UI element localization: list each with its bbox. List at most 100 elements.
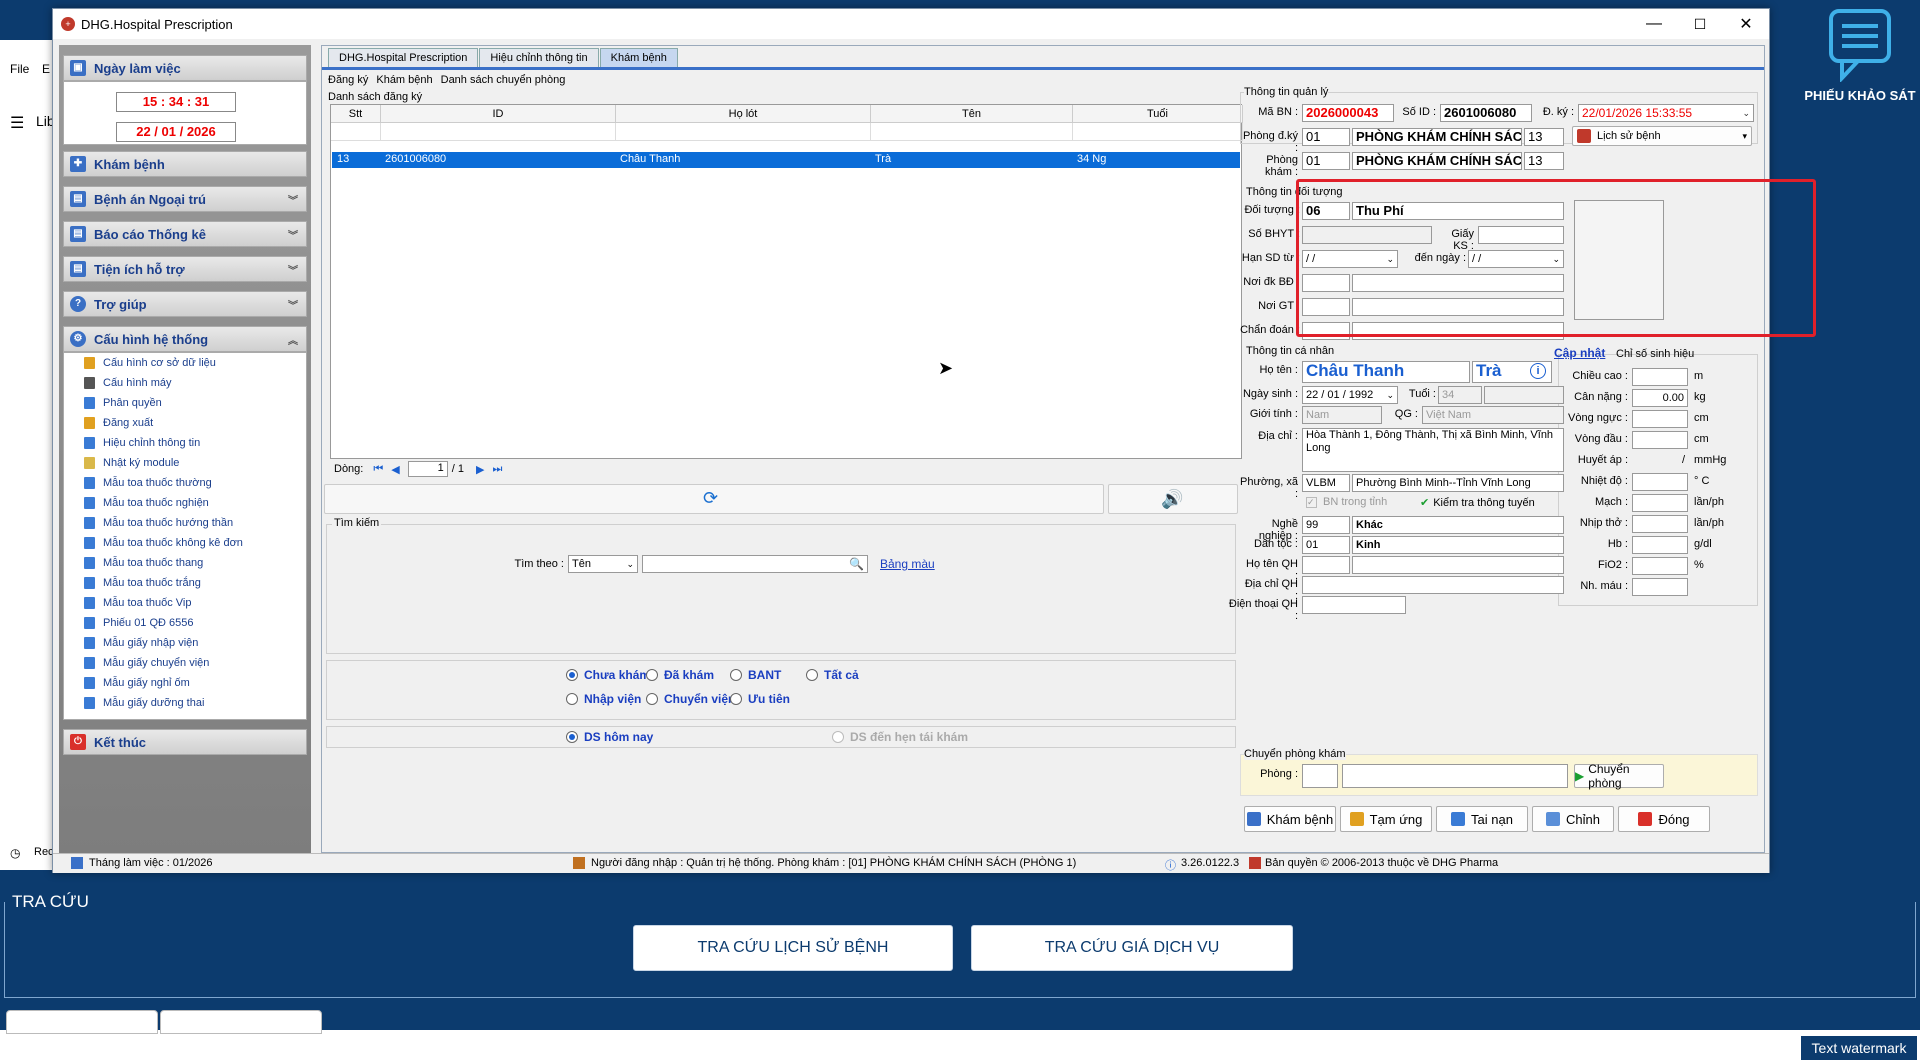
phong-kham-num[interactable]: 13 xyxy=(1524,152,1564,170)
so-id-field[interactable]: 2601006080 xyxy=(1440,104,1532,122)
color-legend-link[interactable]: Bảng màu xyxy=(880,557,935,571)
bn-trong-tinh-checkbox[interactable]: ✓ BN trong tỉnh xyxy=(1306,496,1387,508)
config-item[interactable]: Mẫu giấy nghỉ ốm xyxy=(84,677,190,689)
hamburger-icon[interactable]: ☰ xyxy=(10,113,24,133)
kham-benh-button[interactable]: Khám bệnh xyxy=(1244,806,1336,832)
config-item[interactable]: Nhật ký module xyxy=(84,457,179,469)
tab-kham-benh[interactable]: Khám bệnh xyxy=(599,48,678,68)
filter-ds-tai-kham[interactable]: DS đến hẹn tái khám xyxy=(832,730,968,744)
nav-exit[interactable]: ⏻ Kết thúc xyxy=(63,729,307,755)
prev-page-icon[interactable]: ◀ xyxy=(391,463,399,476)
clock-date[interactable]: 22 / 01 / 2026 xyxy=(116,122,236,142)
vital-field[interactable]: / xyxy=(1632,452,1688,470)
dia-chi-qh-field[interactable] xyxy=(1302,576,1564,594)
phuong-name[interactable]: Phường Bình Minh--Tỉnh Vĩnh Long xyxy=(1352,474,1564,492)
config-item[interactable]: Mẫu toa thuốc Vip xyxy=(84,597,191,609)
col-tuoi[interactable]: Tuổi xyxy=(1073,105,1243,123)
subtab-dang-ky[interactable]: Đăng ký xyxy=(328,74,368,86)
filter-cell[interactable] xyxy=(616,123,871,141)
config-item[interactable]: Mẫu toa thuốc thường xyxy=(84,477,212,489)
phong-dky-code[interactable]: 01 xyxy=(1302,128,1350,146)
search-by-select[interactable]: Tên ⌄ xyxy=(568,555,638,573)
filter-tat-ca[interactable]: Tất cả xyxy=(806,668,859,682)
search-icon[interactable]: 🔍 xyxy=(849,556,864,572)
nav-section-tien-ich[interactable]: ▤ Tiện ích hỗ trợ ︾ xyxy=(63,256,307,282)
patient-photo[interactable] xyxy=(1574,200,1664,320)
col-id[interactable]: ID xyxy=(381,105,616,123)
ho-field[interactable]: Châu Thanh xyxy=(1302,361,1470,383)
config-item[interactable]: Đăng xuất xyxy=(84,417,153,429)
config-item[interactable]: Hiệu chỉnh thông tin xyxy=(84,437,200,449)
chinh-button[interactable]: Chỉnh xyxy=(1532,806,1614,832)
dong-button[interactable]: Đóng xyxy=(1618,806,1710,832)
config-item[interactable]: Mẫu giấy dưỡng thai xyxy=(84,697,204,709)
qg-select[interactable]: Việt Nam xyxy=(1422,406,1564,424)
minimize-button[interactable]: — xyxy=(1631,9,1677,39)
ho-ten-qh-code[interactable] xyxy=(1302,556,1350,574)
config-item[interactable]: Cấu hình máy xyxy=(84,377,171,389)
search-input[interactable]: 🔍 xyxy=(642,555,868,573)
nav-section-bao-cao[interactable]: ▤ Báo cáo Thống kê ︾ xyxy=(63,221,307,247)
table-row[interactable]: 13 2601006080 Châu Thanh Trà 34 Ng xyxy=(332,152,1240,168)
config-item[interactable]: Cấu hình cơ sở dữ liệu xyxy=(84,357,216,369)
so-bhyt-field[interactable] xyxy=(1302,226,1432,244)
nav-section-cau-hinh[interactable]: ⚙ Cấu hình hệ thống ︽ xyxy=(63,326,307,352)
noi-gt-code[interactable] xyxy=(1302,298,1350,316)
filter-nhap-vien[interactable]: Nhập viện xyxy=(566,692,641,706)
page-input[interactable]: 1 xyxy=(407,461,448,477)
phong-dky-name[interactable]: PHÒNG KHÁM CHÍNH SÁCH xyxy=(1352,128,1522,146)
tab-prescription[interactable]: DHG.Hospital Prescription xyxy=(328,48,479,68)
gioi-tinh-select[interactable]: Nam xyxy=(1302,406,1382,424)
config-item[interactable]: Phân quyền xyxy=(84,397,162,409)
nav-workday-header[interactable]: ▣ Ngày làm việc xyxy=(63,55,307,81)
col-ten[interactable]: Tên xyxy=(871,105,1073,123)
filter-ds-hom-nay[interactable]: DS hôm nay xyxy=(566,730,653,744)
noi-dk-name[interactable] xyxy=(1352,274,1564,292)
dien-thoai-field[interactable] xyxy=(1302,596,1406,614)
nav-section-tro-giup[interactable]: ? Trợ giúp ︾ xyxy=(63,291,307,317)
filter-da-kham[interactable]: Đã khám xyxy=(646,668,714,682)
dky-field[interactable]: 22/01/2026 15:33:55 ⌄ xyxy=(1578,104,1754,122)
noi-dk-code[interactable] xyxy=(1302,274,1350,292)
transfer-button[interactable]: ▶ Chuyển phòng xyxy=(1574,762,1664,790)
han-sd-to[interactable]: / / ⌄ xyxy=(1468,250,1564,268)
config-item[interactable]: Mẫu toa thuốc không kê đơn xyxy=(84,537,243,549)
dia-chi-field[interactable]: Hòa Thành 1, Đông Thành, Thị xã Bình Min… xyxy=(1302,428,1564,472)
bottom-tab-2[interactable] xyxy=(160,1010,322,1034)
subtab-kham-benh[interactable]: Khám bệnh xyxy=(376,74,432,86)
ngay-sinh-field[interactable]: 22 / 01 / 1992 ⌄ xyxy=(1302,386,1398,404)
phong-dky-num[interactable]: 13 xyxy=(1524,128,1564,146)
dan-toc-name[interactable]: Kinh xyxy=(1352,536,1564,554)
first-page-icon[interactable]: ⏮ xyxy=(373,463,383,476)
filter-chua-kham[interactable]: Chưa khám xyxy=(566,668,650,682)
vital-field[interactable] xyxy=(1632,494,1688,512)
menu-file[interactable]: File xyxy=(10,62,29,76)
next-page-icon[interactable]: ▶ xyxy=(476,463,484,476)
vital-field[interactable] xyxy=(1632,473,1688,491)
config-item[interactable]: Mẫu toa thuốc trắng xyxy=(84,577,201,589)
price-lookup-button[interactable]: TRA CỨU GIÁ DỊCH VỤ xyxy=(971,925,1293,971)
phong-kham-code[interactable]: 01 xyxy=(1302,152,1350,170)
tuoi-unit-select[interactable] xyxy=(1484,386,1564,404)
history-button[interactable]: Lịch sử bệnh ▾ xyxy=(1572,126,1752,146)
filter-cell[interactable] xyxy=(381,123,616,141)
config-item[interactable]: Mẫu toa thuốc thang xyxy=(84,557,203,569)
vital-field[interactable]: 0.00 xyxy=(1632,389,1688,407)
bottom-tab-1[interactable] xyxy=(6,1010,158,1034)
dan-toc-code[interactable]: 01 xyxy=(1302,536,1350,554)
ho-ten-qh-field[interactable] xyxy=(1352,556,1564,574)
tai-nan-button[interactable]: Tai nạn xyxy=(1436,806,1528,832)
vital-field[interactable] xyxy=(1632,536,1688,554)
maximize-button[interactable]: ☐ xyxy=(1677,9,1723,39)
vital-field[interactable] xyxy=(1632,368,1688,386)
config-item[interactable]: Mẫu giấy chuyển viện xyxy=(84,657,209,669)
giay-ks-field[interactable] xyxy=(1478,226,1564,244)
info-icon[interactable]: i xyxy=(1530,363,1546,379)
han-sd-from[interactable]: / / ⌄ xyxy=(1302,250,1398,268)
kiem-tra-thong-tuyen-button[interactable]: ✔ Kiểm tra thông tuyến xyxy=(1420,496,1535,510)
transfer-phong-name[interactable] xyxy=(1342,764,1568,788)
tuoi-field[interactable]: 34 xyxy=(1438,386,1482,404)
last-page-icon[interactable]: ⏭ xyxy=(492,463,502,476)
config-item[interactable]: Mẫu giấy nhập viện xyxy=(84,637,198,649)
close-button[interactable]: ✕ xyxy=(1723,9,1769,39)
